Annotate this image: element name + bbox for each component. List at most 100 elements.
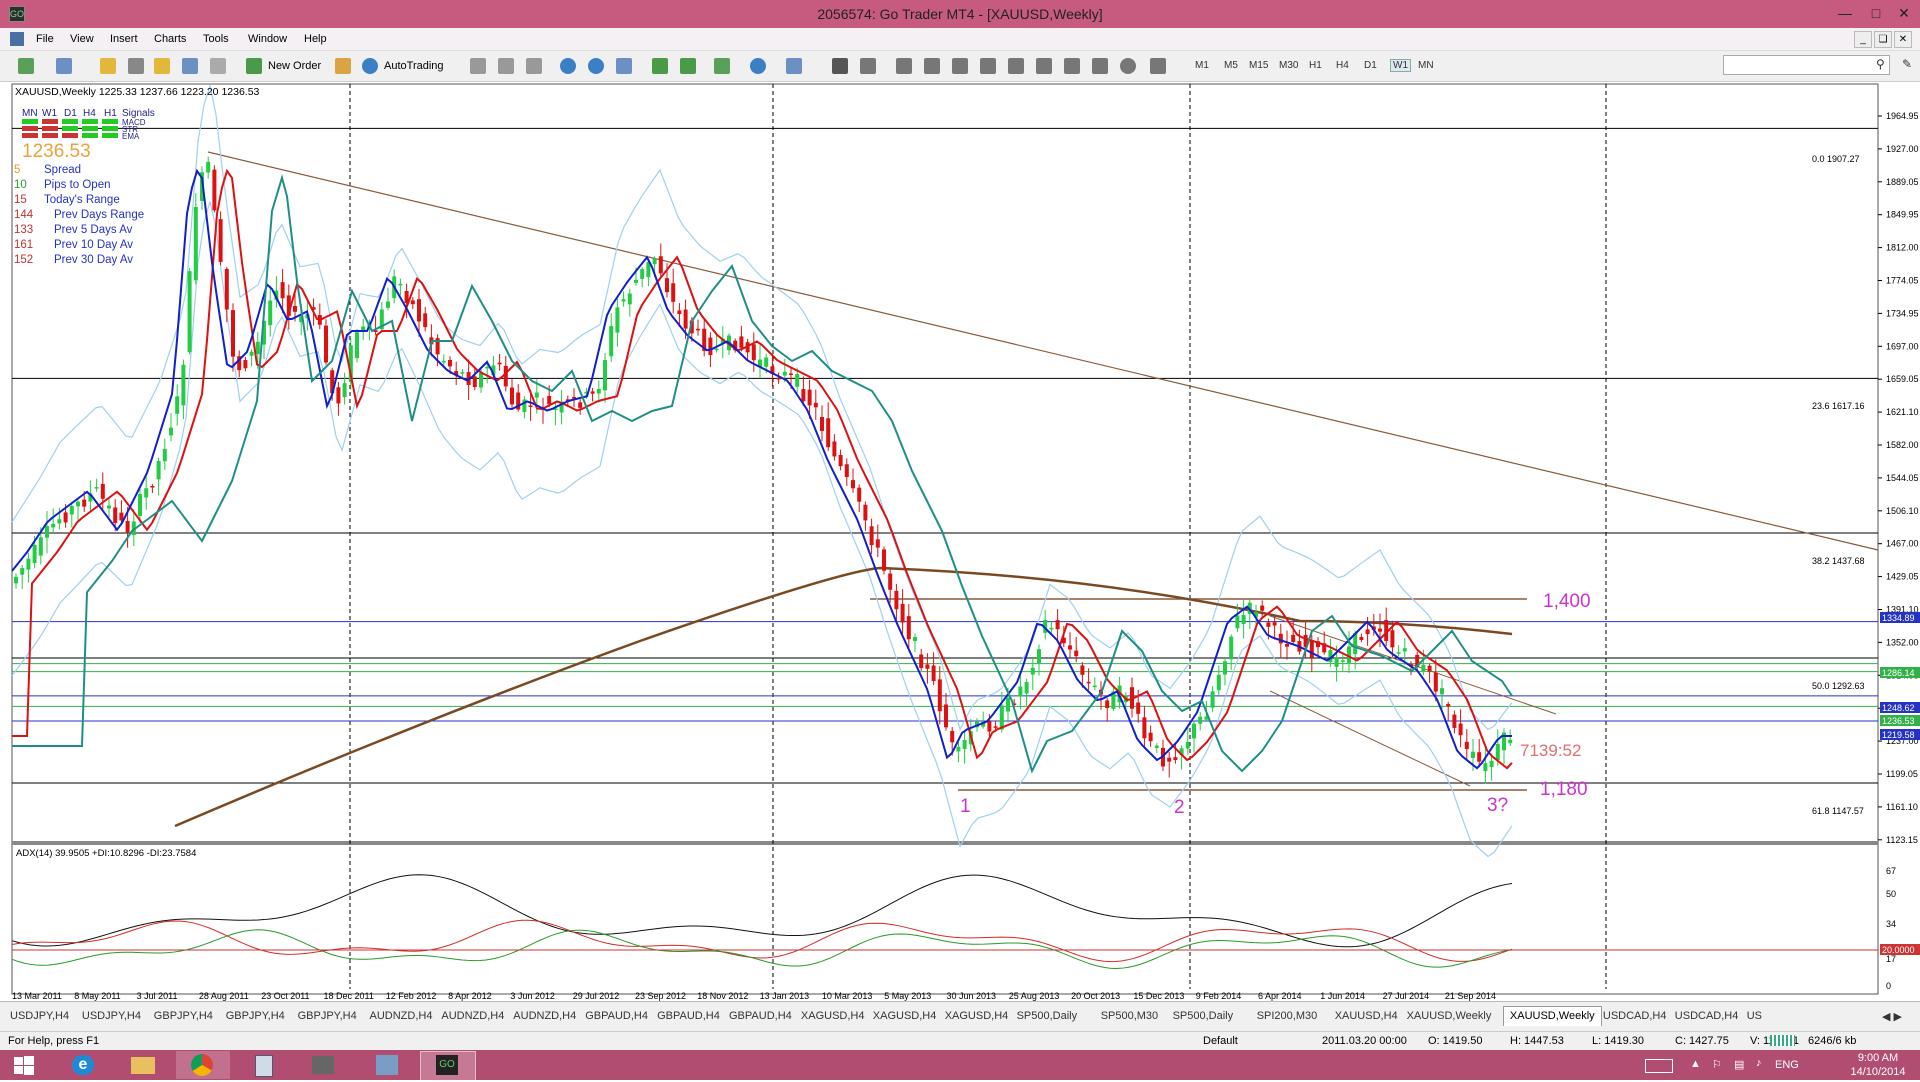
profiles-icon[interactable] bbox=[56, 58, 72, 74]
crosshair-icon[interactable] bbox=[128, 58, 144, 74]
ie-taskbar-button[interactable]: e bbox=[56, 1051, 110, 1079]
metaeditor-icon[interactable] bbox=[335, 58, 351, 74]
templates-icon[interactable] bbox=[786, 58, 802, 74]
chart-tab[interactable]: XAGUSD,H4 bbox=[801, 1010, 865, 1022]
timeframe-m15[interactable]: M15 bbox=[1249, 60, 1268, 71]
outlook-taskbar-button[interactable] bbox=[360, 1051, 414, 1079]
menu-window[interactable]: Window bbox=[248, 33, 287, 45]
chart-tab[interactable]: XAUUSD,Weekly bbox=[1407, 1010, 1492, 1022]
autotrading-button[interactable]: AutoTrading bbox=[384, 56, 444, 76]
navigator-icon[interactable] bbox=[182, 58, 198, 74]
menu-tools[interactable]: Tools bbox=[203, 33, 229, 45]
chart-tab[interactable]: USDCAD,H4 bbox=[1603, 1010, 1667, 1022]
candlestick-chart-icon[interactable] bbox=[498, 58, 514, 74]
crosshair-tool-icon[interactable] bbox=[860, 58, 876, 74]
chart-tab[interactable]: XAGUSD,H4 bbox=[945, 1010, 1009, 1022]
chart-tab[interactable]: SP500,Daily bbox=[1017, 1010, 1078, 1022]
chart-tab[interactable]: SP500,M30 bbox=[1101, 1010, 1158, 1022]
trendline-icon[interactable] bbox=[952, 58, 968, 74]
timeframe-m30[interactable]: M30 bbox=[1279, 60, 1298, 71]
mt4-taskbar-button[interactable]: GO bbox=[420, 1051, 476, 1081]
timeframe-h4[interactable]: H4 bbox=[1336, 60, 1349, 71]
chart-tab[interactable]: GBPAUD,H4 bbox=[729, 1010, 792, 1022]
network-icon[interactable]: ▤ bbox=[1734, 1058, 1744, 1071]
clock-time[interactable]: 9:00 AM bbox=[1846, 1052, 1910, 1064]
vertical-line-icon[interactable] bbox=[896, 58, 912, 74]
terminal-icon[interactable] bbox=[210, 58, 226, 74]
tile-windows-icon[interactable] bbox=[616, 58, 632, 74]
menu-charts[interactable]: Charts bbox=[154, 33, 186, 45]
chart-tab[interactable]: SP500,Daily bbox=[1173, 1010, 1234, 1022]
chart-tab[interactable]: XAGUSD,H4 bbox=[873, 1010, 937, 1022]
chart-tab[interactable]: GBPAUD,H4 bbox=[657, 1010, 720, 1022]
chart-tab[interactable]: GBPAUD,H4 bbox=[585, 1010, 648, 1022]
chart-tab[interactable]: AUDNZD,H4 bbox=[441, 1010, 504, 1022]
chart-tab[interactable]: AUDNZD,H4 bbox=[370, 1010, 433, 1022]
ellipse-icon[interactable] bbox=[1120, 58, 1136, 74]
action-center-icon[interactable]: ⚐ bbox=[1712, 1058, 1722, 1071]
new-order-button[interactable]: New Order bbox=[268, 56, 321, 76]
chart-tab[interactable]: US bbox=[1747, 1010, 1762, 1022]
chart-tab[interactable]: USDJPY,H4 bbox=[10, 1010, 69, 1022]
periods-icon[interactable] bbox=[750, 58, 766, 74]
start-button[interactable] bbox=[0, 1051, 48, 1079]
chart-tab[interactable]: AUDNZD,H4 bbox=[513, 1010, 576, 1022]
autotrading-icon[interactable] bbox=[362, 58, 378, 74]
timeframe-m1[interactable]: M1 bbox=[1195, 60, 1209, 71]
rectangle-icon[interactable] bbox=[1092, 58, 1108, 74]
indicators-icon[interactable] bbox=[714, 58, 730, 74]
search-input[interactable] bbox=[1723, 55, 1890, 75]
data-window-icon[interactable] bbox=[154, 58, 170, 74]
tab-scroll-arrows-icon[interactable]: ◀ ▶ bbox=[1882, 1010, 1902, 1023]
menu-view[interactable]: View bbox=[70, 33, 94, 45]
minimize-icon[interactable]: — bbox=[1830, 2, 1860, 24]
timeframe-m5[interactable]: M5 bbox=[1224, 60, 1238, 71]
mdi-close-icon[interactable]: ✕ bbox=[1894, 31, 1912, 48]
chart-tab[interactable]: USDCAD,H4 bbox=[1675, 1010, 1739, 1022]
app-taskbar-button[interactable] bbox=[296, 1051, 350, 1079]
chart-tab[interactable]: SPI200,M30 bbox=[1257, 1010, 1318, 1022]
line-chart-icon[interactable] bbox=[526, 58, 542, 74]
arrows-icon[interactable] bbox=[1150, 58, 1166, 74]
mdi-minimize-icon[interactable]: _ bbox=[1854, 31, 1872, 48]
horizontal-line-icon[interactable] bbox=[924, 58, 940, 74]
chrome-taskbar-button[interactable] bbox=[176, 1051, 230, 1079]
market-watch-icon[interactable] bbox=[100, 58, 116, 74]
channel-icon[interactable] bbox=[980, 58, 996, 74]
menu-insert[interactable]: Insert bbox=[110, 33, 138, 45]
price-chart[interactable]: 1964.95 1927.00 1889.05 1849.95 1812.00 1774.… bbox=[0, 81, 1920, 1001]
search-icon[interactable]: ⚲ bbox=[1876, 57, 1885, 71]
timeframe-w1[interactable]: W1 bbox=[1390, 59, 1411, 72]
explorer-taskbar-button[interactable] bbox=[116, 1051, 170, 1079]
mdi-restore-icon[interactable]: ❏ bbox=[1874, 31, 1892, 48]
calculator-taskbar-button[interactable] bbox=[236, 1051, 290, 1079]
timeframe-mn[interactable]: MN bbox=[1418, 60, 1434, 71]
chat-icon[interactable]: ✎ bbox=[1902, 57, 1912, 71]
chart-tab[interactable]: GBPJPY,H4 bbox=[154, 1010, 213, 1022]
clock-date[interactable]: 14/10/2014 bbox=[1846, 1066, 1910, 1078]
chart-tab[interactable]: GBPJPY,H4 bbox=[226, 1010, 285, 1022]
tray-up-icon[interactable]: ▲ bbox=[1690, 1058, 1701, 1070]
text-icon[interactable] bbox=[1036, 58, 1052, 74]
bar-chart-icon[interactable] bbox=[470, 58, 486, 74]
text-label-icon[interactable] bbox=[1064, 58, 1080, 74]
new-chart-icon[interactable] bbox=[18, 58, 34, 74]
timeframe-h1[interactable]: H1 bbox=[1309, 60, 1322, 71]
volume-icon[interactable]: ♪ bbox=[1756, 1057, 1762, 1069]
chart-window[interactable]: 1964.95 1927.00 1889.05 1849.95 1812.00 1774.… bbox=[0, 81, 1920, 1001]
menu-file[interactable]: File bbox=[36, 33, 54, 45]
fibonacci-icon[interactable] bbox=[1008, 58, 1024, 74]
timeframe-d1[interactable]: D1 bbox=[1364, 60, 1377, 71]
keyboard-icon[interactable] bbox=[1645, 1059, 1673, 1073]
language-indicator[interactable]: ENG bbox=[1775, 1059, 1799, 1071]
zoom-in-icon[interactable] bbox=[560, 58, 576, 74]
menu-help[interactable]: Help bbox=[304, 33, 327, 45]
chart-tab[interactable]: USDJPY,H4 bbox=[82, 1010, 141, 1022]
zoom-out-icon[interactable] bbox=[588, 58, 604, 74]
chart-tab[interactable]: XAUUSD,H4 bbox=[1335, 1010, 1398, 1022]
close-icon[interactable]: ✕ bbox=[1889, 2, 1919, 24]
maximize-icon[interactable]: □ bbox=[1861, 2, 1891, 24]
cursor-icon[interactable] bbox=[832, 58, 848, 74]
chart-tab[interactable]: GBPJPY,H4 bbox=[298, 1010, 357, 1022]
chart-tab[interactable]: XAUUSD,Weekly bbox=[1502, 1006, 1602, 1026]
